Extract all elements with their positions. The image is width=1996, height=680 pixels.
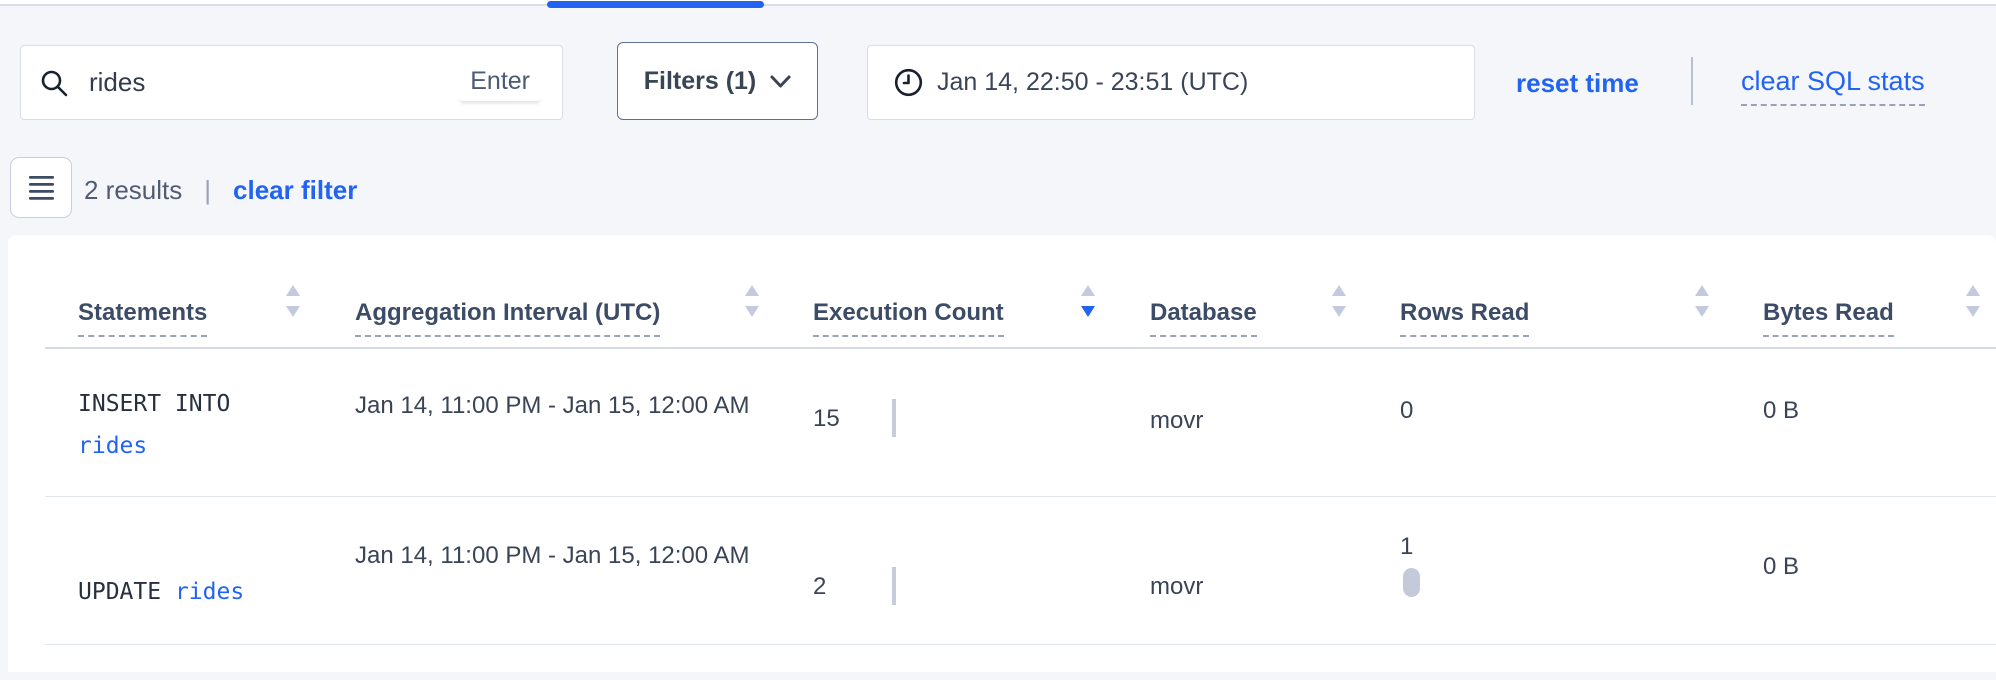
search-icon xyxy=(39,68,69,98)
column-header-execution-count[interactable]: Execution Count xyxy=(813,299,1004,327)
sort-toggle-icon-active-desc[interactable] xyxy=(1080,285,1096,319)
search-input[interactable] xyxy=(89,67,458,98)
clear-filter-link[interactable]: clear filter xyxy=(233,175,357,206)
results-count: 2 results xyxy=(84,175,182,206)
database-cell: movr xyxy=(1150,407,1203,435)
menu-icon xyxy=(28,175,55,201)
active-tab-indicator xyxy=(547,1,764,8)
table-header-row: Statements Aggregation Interval (UTC) Ex… xyxy=(8,235,1996,349)
sort-toggle-icon[interactable] xyxy=(1331,285,1347,319)
column-header-database[interactable]: Database xyxy=(1150,299,1257,327)
statement-cell: UPDATE rides xyxy=(78,571,244,613)
table-row: UPDATE rides Jan 14, 11:00 PM - Jan 15, … xyxy=(8,497,1996,645)
execution-count-bar xyxy=(892,399,896,437)
clock-icon xyxy=(894,68,923,97)
bytes-read-cell: 0 B xyxy=(1763,553,1799,581)
sort-toggle-icon[interactable] xyxy=(744,285,760,319)
bytes-read-cell: 0 B xyxy=(1763,397,1799,425)
sort-toggle-icon[interactable] xyxy=(285,285,301,319)
aggregation-interval-cell: Jan 14, 11:00 PM - Jan 15, 12:00 AM xyxy=(355,535,749,577)
tab-bar xyxy=(0,0,1996,6)
sort-toggle-icon[interactable] xyxy=(1965,285,1981,319)
statement-table-link[interactable]: rides xyxy=(78,433,147,459)
statements-table-card: Statements Aggregation Interval (UTC) Ex… xyxy=(8,235,1996,672)
rows-read-value: 0 xyxy=(1400,397,1413,424)
execution-count-cell: 15 xyxy=(813,405,840,433)
execution-count-cell: 2 xyxy=(813,573,826,601)
aggregation-interval-cell: Jan 14, 11:00 PM - Jan 15, 12:00 AM xyxy=(355,385,749,427)
column-header-statements[interactable]: Statements xyxy=(78,299,207,327)
toolbar-divider xyxy=(1691,57,1693,105)
column-header-rows-read[interactable]: Rows Read xyxy=(1400,299,1529,327)
table-row: INSERT INTO rides Jan 14, 11:00 PM - Jan… xyxy=(8,349,1996,497)
statement-cell: INSERT INTO rides xyxy=(78,383,290,467)
reset-time-link[interactable]: reset time xyxy=(1516,68,1639,99)
filters-dropdown-button[interactable]: Filters (1) xyxy=(617,42,818,120)
column-header-aggregation-interval[interactable]: Aggregation Interval (UTC) xyxy=(355,299,660,327)
statement-keyword: UPDATE xyxy=(78,579,161,605)
clear-sql-stats-link[interactable]: clear SQL stats xyxy=(1741,66,1925,106)
column-selector-button[interactable] xyxy=(10,157,72,218)
time-range-value: Jan 14, 22:50 - 23:51 (UTC) xyxy=(937,68,1248,97)
rows-read-bar xyxy=(1403,568,1420,597)
results-divider: | xyxy=(204,175,211,206)
database-cell: movr xyxy=(1150,573,1203,601)
sort-toggle-icon[interactable] xyxy=(1694,285,1710,319)
results-bar: 2 results | clear filter xyxy=(84,172,357,208)
column-header-bytes-read[interactable]: Bytes Read xyxy=(1763,299,1894,327)
search-box[interactable]: Enter xyxy=(20,45,563,120)
filters-label: Filters (1) xyxy=(644,67,757,96)
rows-read-cell: 0 xyxy=(1400,397,1413,425)
execution-count-value: 15 xyxy=(813,405,840,432)
statement-keyword: INSERT INTO xyxy=(78,391,230,417)
rows-read-value: 1 xyxy=(1400,533,1413,560)
time-range-picker[interactable]: Jan 14, 22:50 - 23:51 (UTC) xyxy=(867,45,1475,120)
enter-key-hint: Enter xyxy=(458,64,542,101)
chevron-down-icon xyxy=(770,75,791,88)
execution-count-bar xyxy=(892,567,896,605)
rows-read-cell: 1 xyxy=(1400,533,1420,597)
execution-count-value: 2 xyxy=(813,573,826,600)
statement-table-link[interactable]: rides xyxy=(175,579,244,605)
